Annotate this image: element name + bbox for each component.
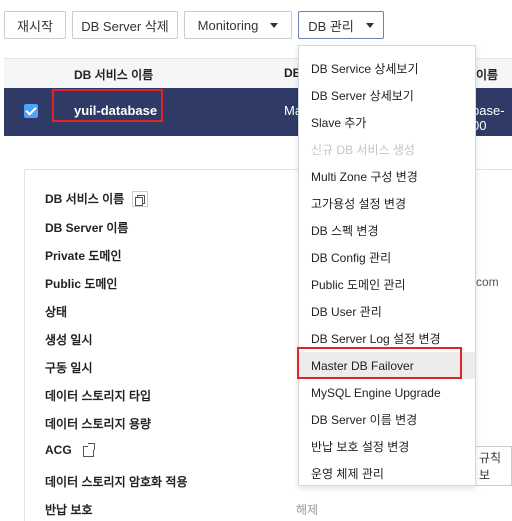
monitoring-dropdown[interactable]: Monitoring: [184, 11, 292, 39]
chevron-down-icon: [270, 22, 279, 28]
highlight-box: [297, 347, 462, 379]
detail-label-started-at: 구동 일시: [45, 361, 93, 375]
db-manage-dropdown[interactable]: DB 관리: [298, 11, 384, 39]
detail-label-text: ACG: [45, 443, 72, 457]
detail-label-db-server-name: DB Server 이름: [45, 221, 129, 235]
detail-label-private-domain: Private 도메인: [45, 249, 122, 263]
menu-item-db-service-detail[interactable]: DB Service 상세보기: [299, 55, 475, 82]
acg-rule-button-partial[interactable]: 규칙 보: [474, 446, 512, 486]
detail-label-public-domain: Public 도메인: [45, 277, 118, 291]
db-server-name-cell: base-00: [472, 103, 505, 133]
monitoring-label: Monitoring: [197, 17, 259, 33]
menu-item-db-config[interactable]: DB Config 관리: [299, 244, 475, 271]
menu-item-db-spec[interactable]: DB 스펙 변경: [299, 217, 475, 244]
menu-item-high-availability[interactable]: 고가용성 설정 변경: [299, 190, 475, 217]
menu-item-return-protection[interactable]: 반납 보호 설정 변경: [299, 433, 475, 460]
chevron-down-icon: [365, 22, 374, 28]
menu-item-db-user[interactable]: DB User 관리: [299, 298, 475, 325]
menu-item-rename-db-server[interactable]: DB Server 이름 변경: [299, 406, 475, 433]
public-domain-value-partial: com: [476, 275, 499, 289]
detail-label-acg: ACG: [45, 443, 96, 457]
db-manage-menu: DB Service 상세보기 DB Server 상세보기 Slave 추가 …: [298, 45, 476, 486]
detail-label-text: DB 서비스 이름: [45, 192, 125, 206]
row-checkbox[interactable]: [24, 104, 38, 118]
restart-button[interactable]: 재시작: [4, 11, 66, 39]
delete-db-server-button[interactable]: DB Server 삭제: [72, 11, 178, 39]
menu-item-db-server-detail[interactable]: DB Server 상세보기: [299, 82, 475, 109]
highlight-box: [52, 89, 163, 122]
menu-item-public-domain[interactable]: Public 도메인 관리: [299, 271, 475, 298]
detail-label-created-at: 생성 일시: [45, 333, 93, 347]
detail-label-db-service-name: DB 서비스 이름: [45, 190, 149, 207]
menu-item-add-slave[interactable]: Slave 추가: [299, 109, 475, 136]
column-header-db-service-name: DB 서비스 이름: [74, 68, 154, 82]
menu-item-mysql-engine-upgrade[interactable]: MySQL Engine Upgrade: [299, 379, 475, 406]
menu-item-new-db-service: 신규 DB 서비스 생성: [311, 143, 415, 157]
db-manage-label: DB 관리: [308, 18, 354, 34]
return-protection-value: 해제: [296, 503, 319, 517]
detail-label-storage-encryption: 데이터 스토리지 암호화 적용: [45, 475, 188, 489]
toolbar: 재시작 DB Server 삭제 Monitoring DB 관리: [0, 0, 512, 50]
detail-label-storage-type: 데이터 스토리지 타입: [45, 389, 152, 403]
menu-item-multi-zone[interactable]: Multi Zone 구성 변경: [299, 163, 475, 190]
detail-label-storage-size: 데이터 스토리지 용량: [45, 417, 152, 431]
external-link-icon[interactable]: [81, 443, 96, 457]
copy-icon[interactable]: [132, 190, 149, 207]
menu-item-os-management[interactable]: 운영 체제 관리: [299, 460, 475, 487]
detail-label-return-protection: 반납 보호: [45, 503, 93, 517]
detail-label-status: 상태: [45, 305, 68, 319]
